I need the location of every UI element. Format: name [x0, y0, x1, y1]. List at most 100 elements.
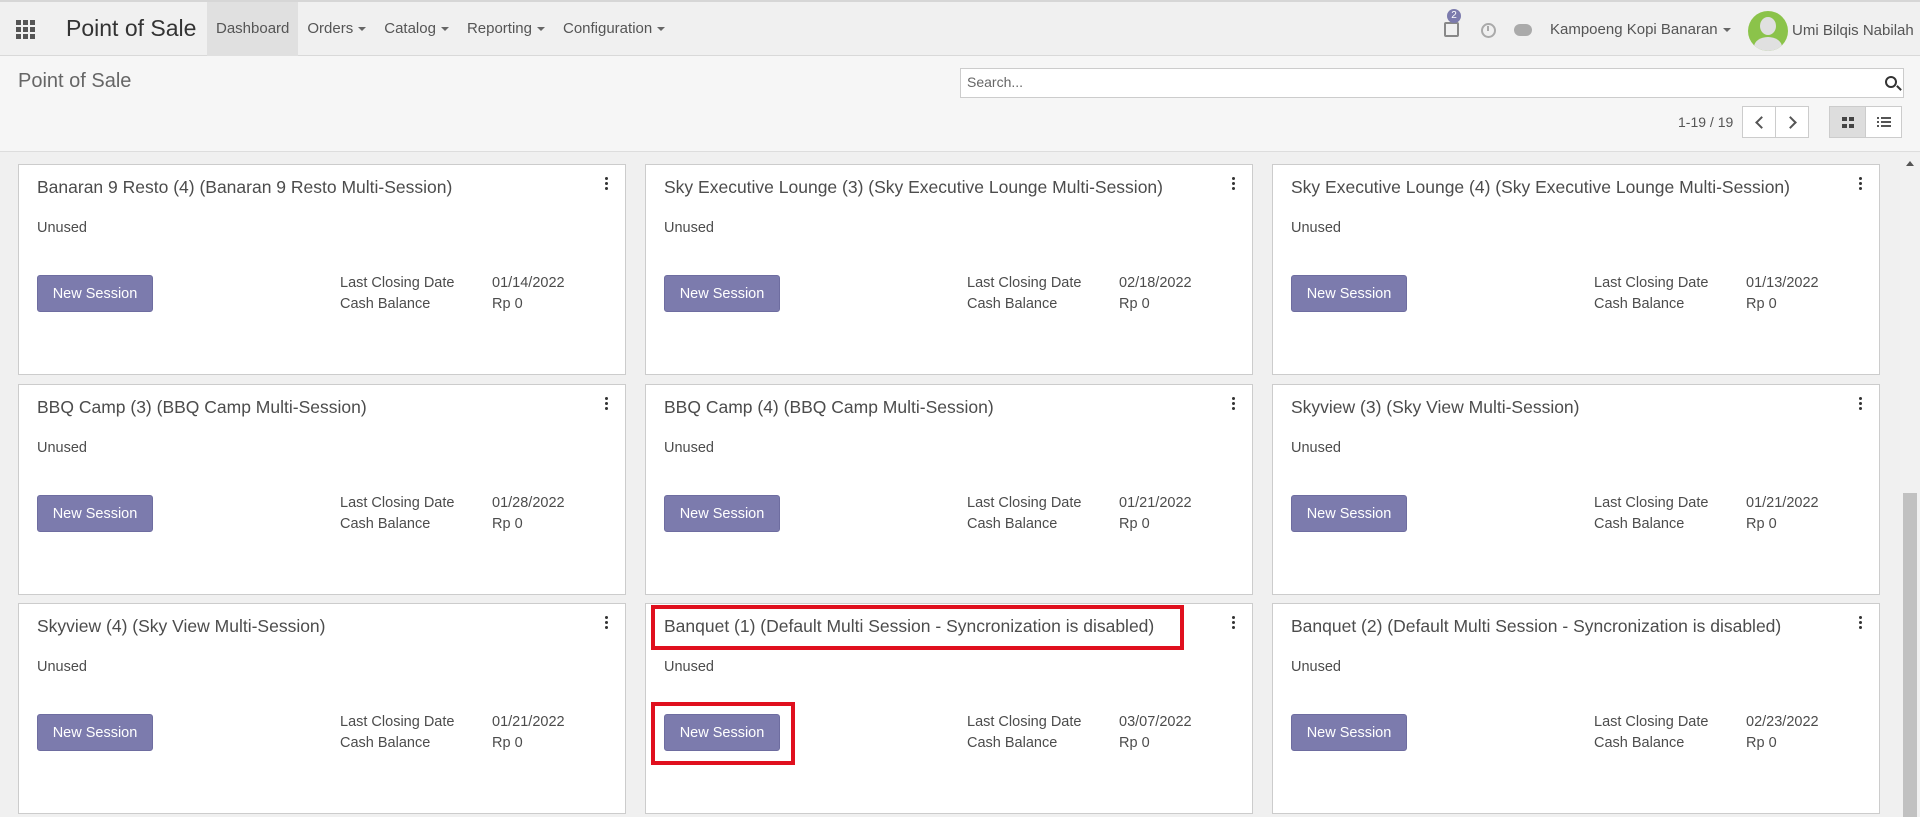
last-closing-date-label: Last Closing Date	[967, 275, 1082, 291]
card-menu-icon[interactable]	[605, 397, 609, 411]
breadcrumb: Point of Sale	[18, 70, 132, 92]
company-switcher[interactable]: Kampoeng Kopi Banaran	[1550, 21, 1731, 38]
cash-balance-label: Cash Balance	[1594, 735, 1685, 751]
card-title[interactable]: Skyview (4) (Sky View Multi-Session)	[37, 616, 326, 637]
menu-orders[interactable]: Orders	[298, 2, 375, 56]
menu-catalog[interactable]: Catalog	[375, 2, 458, 56]
caret-down-icon	[657, 27, 666, 32]
new-session-button[interactable]: New Session	[1291, 495, 1407, 532]
card-menu-icon[interactable]	[1859, 397, 1863, 411]
cash-balance-value: Rp 0	[492, 516, 523, 532]
control-panel: Point of Sale 1-19 / 19	[0, 56, 1920, 152]
last-closing-date-label: Last Closing Date	[1594, 275, 1709, 291]
cash-balance-value: Rp 0	[492, 735, 523, 751]
card-status: Unused	[37, 440, 87, 456]
avatar[interactable]	[1748, 11, 1788, 51]
kanban-view-button[interactable]	[1829, 106, 1866, 138]
new-session-button[interactable]: New Session	[37, 275, 153, 312]
last-closing-date-value: 03/07/2022	[1119, 714, 1192, 730]
pos-config-card: Banaran 9 Resto (4) (Banaran 9 Resto Mul…	[18, 164, 626, 375]
cash-balance-label: Cash Balance	[340, 735, 431, 751]
search-input[interactable]	[967, 74, 1867, 90]
search-icon[interactable]	[1885, 76, 1897, 88]
cash-balance-value: Rp 0	[1746, 516, 1777, 532]
vertical-scrollbar[interactable]	[1900, 153, 1920, 817]
kanban-view: Banaran 9 Resto (4) (Banaran 9 Resto Mul…	[0, 153, 1900, 817]
main-menu: Dashboard Orders Catalog Reporting Confi…	[207, 2, 674, 56]
cash-balance-value: Rp 0	[1119, 296, 1150, 312]
clock-icon[interactable]	[1481, 23, 1496, 38]
last-closing-date-label: Last Closing Date	[1594, 495, 1709, 511]
cash-balance-label: Cash Balance	[967, 296, 1058, 312]
card-status: Unused	[1291, 659, 1341, 675]
cash-balance-label: Cash Balance	[340, 296, 431, 312]
card-title[interactable]: Banquet (2) (Default Multi Session - Syn…	[1291, 616, 1781, 637]
chevron-left-icon	[1755, 116, 1768, 129]
card-menu-icon[interactable]	[605, 177, 609, 191]
app-brand[interactable]: Point of Sale	[66, 15, 196, 42]
card-menu-icon[interactable]	[1232, 177, 1236, 191]
list-icon	[1877, 117, 1891, 128]
pos-config-card: Skyview (4) (Sky View Multi-Session) Unu…	[18, 603, 626, 814]
user-menu[interactable]: Umi Bilqis Nabilah	[1792, 22, 1914, 39]
pos-config-card: Sky Executive Lounge (4) (Sky Executive …	[1272, 164, 1880, 375]
card-title[interactable]: Sky Executive Lounge (3) (Sky Executive …	[664, 177, 1163, 198]
cash-balance-label: Cash Balance	[967, 516, 1058, 532]
menu-configuration[interactable]: Configuration	[554, 2, 674, 56]
scroll-up-icon[interactable]	[1906, 161, 1914, 166]
cash-balance-label: Cash Balance	[340, 516, 431, 532]
card-status: Unused	[664, 220, 714, 236]
pos-config-card: BBQ Camp (4) (BBQ Camp Multi-Session) Un…	[645, 384, 1253, 595]
card-status: Unused	[664, 659, 714, 675]
last-closing-date-label: Last Closing Date	[967, 495, 1082, 511]
card-status: Unused	[37, 659, 87, 675]
new-session-button[interactable]: New Session	[1291, 275, 1407, 312]
pager-next-button[interactable]	[1775, 106, 1809, 138]
highlight-button-box	[651, 702, 795, 765]
pos-config-card: BBQ Camp (3) (BBQ Camp Multi-Session) Un…	[18, 384, 626, 595]
cash-balance-value: Rp 0	[492, 296, 523, 312]
card-menu-icon[interactable]	[1859, 177, 1863, 191]
chat-icon[interactable]	[1514, 24, 1532, 36]
last-closing-date-value: 01/13/2022	[1746, 275, 1819, 291]
pager-previous-button[interactable]	[1742, 106, 1776, 138]
menu-reporting-label: Reporting	[466, 20, 532, 37]
menu-reporting[interactable]: Reporting	[458, 2, 554, 56]
pos-config-card: Skyview (3) (Sky View Multi-Session) Unu…	[1272, 384, 1880, 595]
last-closing-date-value: 01/21/2022	[1746, 495, 1819, 511]
pager-value[interactable]: 1-19 / 19	[1678, 114, 1733, 130]
last-closing-date-label: Last Closing Date	[967, 714, 1082, 730]
new-session-button[interactable]: New Session	[664, 495, 780, 532]
activity-icon[interactable]	[1444, 22, 1459, 37]
menu-orders-label: Orders	[307, 20, 354, 37]
caret-down-icon	[440, 27, 449, 32]
last-closing-date-label: Last Closing Date	[1594, 714, 1709, 730]
apps-menu-icon[interactable]	[16, 20, 36, 39]
card-status: Unused	[1291, 440, 1341, 456]
cash-balance-value: Rp 0	[1746, 296, 1777, 312]
card-title[interactable]: Sky Executive Lounge (4) (Sky Executive …	[1291, 177, 1790, 198]
card-title[interactable]: Skyview (3) (Sky View Multi-Session)	[1291, 397, 1580, 418]
cash-balance-value: Rp 0	[1746, 735, 1777, 751]
scroll-thumb[interactable]	[1903, 493, 1917, 817]
last-closing-date-label: Last Closing Date	[340, 714, 455, 730]
card-menu-icon[interactable]	[1232, 616, 1236, 630]
card-title[interactable]: Banaran 9 Resto (4) (Banaran 9 Resto Mul…	[37, 177, 452, 198]
new-session-button[interactable]: New Session	[664, 275, 780, 312]
new-session-button[interactable]: New Session	[1291, 714, 1407, 751]
last-closing-date-value: 01/14/2022	[492, 275, 565, 291]
new-session-button[interactable]: New Session	[37, 714, 153, 751]
card-menu-icon[interactable]	[1232, 397, 1236, 411]
menu-dashboard[interactable]: Dashboard	[207, 2, 299, 56]
highlight-title-box	[651, 605, 1184, 650]
list-view-button[interactable]	[1865, 106, 1902, 138]
card-menu-icon[interactable]	[1859, 616, 1863, 630]
card-title[interactable]: BBQ Camp (3) (BBQ Camp Multi-Session)	[37, 397, 367, 418]
new-session-button[interactable]: New Session	[37, 495, 153, 532]
caret-down-icon	[358, 27, 367, 32]
kanban-icon	[1842, 117, 1854, 128]
card-title[interactable]: BBQ Camp (4) (BBQ Camp Multi-Session)	[664, 397, 994, 418]
cash-balance-label: Cash Balance	[967, 735, 1058, 751]
last-closing-date-label: Last Closing Date	[340, 495, 455, 511]
card-menu-icon[interactable]	[605, 616, 609, 630]
